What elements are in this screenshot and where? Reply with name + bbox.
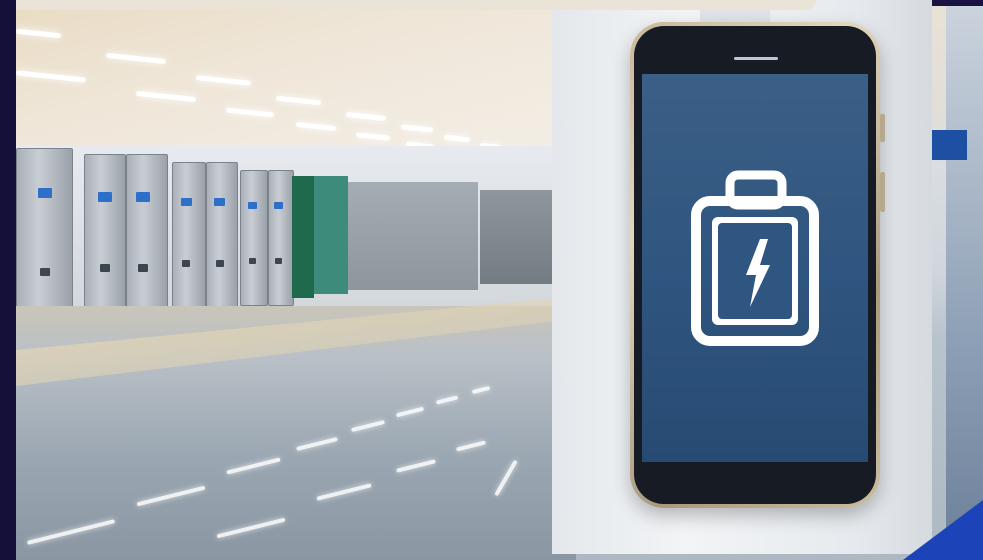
photo-frame — [0, 0, 983, 560]
right-background — [946, 6, 983, 560]
locker — [240, 170, 268, 306]
locker — [172, 162, 206, 314]
far-wall-panel — [480, 190, 560, 284]
ceiling — [16, 6, 576, 156]
phone-screen — [642, 74, 868, 462]
smartphone — [630, 22, 885, 508]
phone-body — [634, 26, 876, 504]
far-wall-panel — [348, 182, 478, 290]
phone-side-button — [880, 172, 885, 212]
locker-keypad — [138, 264, 148, 272]
locker-keypad — [249, 258, 256, 264]
blue-sign — [932, 130, 967, 160]
locker — [206, 162, 238, 314]
locker-display — [98, 192, 112, 202]
locker-keypad — [216, 260, 224, 267]
locker — [126, 154, 168, 324]
locker-display — [136, 192, 150, 202]
phone-speaker — [734, 57, 778, 60]
locker — [268, 170, 294, 306]
locker — [16, 148, 73, 328]
locker-display — [248, 202, 257, 209]
locker-keypad — [182, 260, 190, 267]
top-frame-edge — [16, 0, 816, 10]
locker-display — [181, 198, 192, 206]
locker-keypad — [275, 258, 282, 264]
phone-side-button — [880, 114, 885, 142]
green-door — [292, 176, 314, 298]
locker — [84, 154, 126, 324]
locker-display — [214, 198, 225, 206]
teal-panel — [314, 176, 348, 294]
locker-keypad — [40, 268, 50, 276]
left-border-strip — [0, 0, 16, 560]
locker-keypad — [100, 264, 110, 272]
locker-display — [274, 202, 283, 209]
battery-charging-icon — [691, 170, 819, 346]
locker-display — [38, 188, 52, 198]
